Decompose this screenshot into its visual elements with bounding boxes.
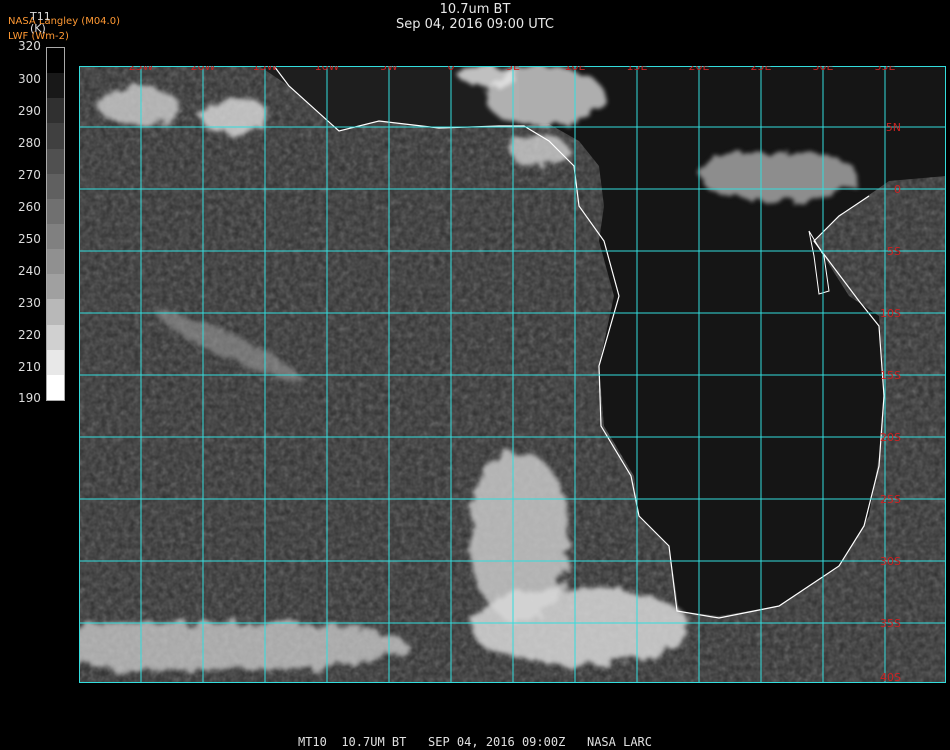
colorbar-segment <box>47 223 64 250</box>
colorbar-unit: (K) <box>30 22 46 35</box>
colorbar-tick-label: 230 <box>18 296 41 310</box>
latitude-label: 5S <box>887 245 901 258</box>
colorbar-segment <box>47 324 64 350</box>
longitude-label: 20W <box>191 66 216 73</box>
colorbar-tick-label: 300 <box>18 72 41 86</box>
longitude-label: 5W <box>380 66 398 73</box>
colorbar-tick-label: 270 <box>18 168 41 182</box>
colorbar-segment <box>47 299 64 325</box>
colorbar-tick-label: 220 <box>18 328 41 342</box>
colorbar-segment <box>47 374 64 400</box>
longitude-label: 10E <box>565 66 586 73</box>
colorbar-segment <box>47 249 64 275</box>
longitude-label: 20E <box>689 66 710 73</box>
longitude-label: 25E <box>751 66 772 73</box>
map-title: 10.7um BT <box>439 2 511 17</box>
colorbar-segment <box>47 73 64 99</box>
colorbar-tick-label: 240 <box>18 264 41 278</box>
latitude-label: 35S <box>880 617 901 630</box>
colorbar-segment <box>47 198 64 224</box>
colorbar-segment <box>47 274 64 300</box>
colorbar-tick-label: 260 <box>18 200 41 214</box>
longitude-label: 15E <box>627 66 648 73</box>
latitude-label: 5N <box>886 121 901 134</box>
colorbar-segment <box>47 173 64 199</box>
longitude-label: 35E <box>875 66 896 73</box>
colorbar-tick-label: 290 <box>18 104 41 118</box>
longitude-label: 10W <box>315 66 340 73</box>
colorbar-tick-label: 320 <box>18 39 41 53</box>
latitude-label: 30S <box>880 555 901 568</box>
colorbar-segment <box>47 123 64 149</box>
footer-caption: MT10 10.7UM BT SEP 04, 2016 09:00Z NASA … <box>297 735 652 749</box>
colorbar-segment <box>47 98 64 124</box>
longitude-label: 0 <box>448 66 455 73</box>
satellite-map[interactable]: 25W 20W 15W 10W 5W 0 5E 10E 15E 20E 25E 30E 35E 5N 0 5S… <box>79 66 946 683</box>
longitude-label: 25W <box>129 66 154 73</box>
colorbar-tick-label: 250 <box>18 232 41 246</box>
latitude-label: 25S <box>880 493 901 506</box>
latitude-label: 10S <box>880 307 901 320</box>
latitude-label: 0 <box>894 183 901 196</box>
colorbar-segment <box>47 48 64 74</box>
colorbar-segment <box>47 148 64 174</box>
latitude-label: 40S <box>880 671 901 683</box>
latitude-label: 15S <box>880 369 901 382</box>
colorbar-tick-label: 210 <box>18 360 41 374</box>
colorbar-segment <box>47 349 64 375</box>
source-label: NASA Langley (M04.0) <box>8 16 120 27</box>
map-datetime: Sep 04, 2016 09:00 UTC <box>395 17 555 32</box>
colorbar-tick-label: 280 <box>18 136 41 150</box>
longitude-label: 30E <box>813 66 834 73</box>
colorbar-tick-label: 190 <box>18 391 41 405</box>
longitude-label: 5E <box>506 66 520 73</box>
colorbar <box>46 47 65 401</box>
longitude-label: 15W <box>253 66 278 73</box>
latitude-label: 20S <box>880 431 901 444</box>
